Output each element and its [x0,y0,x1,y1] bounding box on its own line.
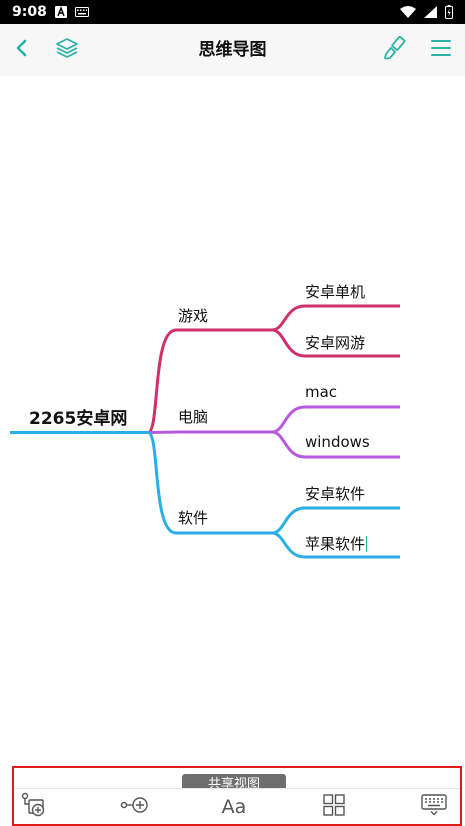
layout-grid-button[interactable] [314,792,354,822]
branch-connector-2 [147,430,272,434]
layers-icon [55,36,79,64]
bottom-toolbar: 共享视图 Aa [12,766,462,826]
menu-button[interactable] [419,24,463,76]
leaf-node[interactable]: 安卓网游 [305,332,365,353]
keyboard-icon [74,7,89,17]
back-button[interactable] [0,24,44,76]
text-style-icon: Aa [221,796,247,818]
branch-connector-1 [146,328,272,434]
brush-button[interactable] [373,24,417,76]
wifi-icon [400,6,416,18]
battery-icon [445,5,453,19]
signal-icon [424,6,437,18]
add-sibling-node-icon [21,792,47,822]
leaf-connector-3-1 [271,506,400,535]
text-cursor [366,536,368,552]
branch-connector-3 [146,431,272,535]
shared-view-tooltip: 共享视图 [182,774,286,788]
branch-node-games[interactable]: 游戏 [178,305,208,326]
layers-button[interactable] [45,24,89,76]
status-bar: 9:08 [0,0,465,24]
notification-a-icon [54,6,67,18]
branch-node-computer[interactable]: 电脑 [178,406,208,427]
clock: 9:08 [12,4,47,20]
mindmap-canvas[interactable]: 2265安卓网 游戏 电脑 软件 安卓单机 安卓网游 mac windows 安… [0,76,465,766]
brush-icon [382,35,408,65]
leaf-node[interactable]: 安卓软件 [305,483,365,504]
add-sibling-node-button[interactable] [14,792,54,822]
back-icon [14,38,30,62]
layout-grid-icon [323,794,345,820]
add-child-node-icon [120,794,150,820]
keyboard-hide-button[interactable] [414,792,454,822]
leaf-node[interactable]: mac [305,383,337,401]
leaf-connector-1-1 [271,304,400,332]
branch-node-software[interactable]: 软件 [178,507,208,528]
root-node[interactable]: 2265安卓网 [29,404,127,429]
add-child-node-button[interactable] [115,792,155,822]
app-bar: 思维导图 [0,24,465,76]
leaf-node-text: 苹果软件 [305,535,366,553]
leaf-node-editing[interactable]: 苹果软件 [305,533,368,554]
text-style-button[interactable]: Aa [214,792,254,822]
leaf-node[interactable]: 安卓单机 [305,281,365,302]
toolbar-divider [14,788,460,789]
menu-icon [430,38,452,62]
leaf-connector-2-1 [271,405,400,434]
leaf-node[interactable]: windows [305,433,370,451]
keyboard-hide-icon [421,794,447,820]
